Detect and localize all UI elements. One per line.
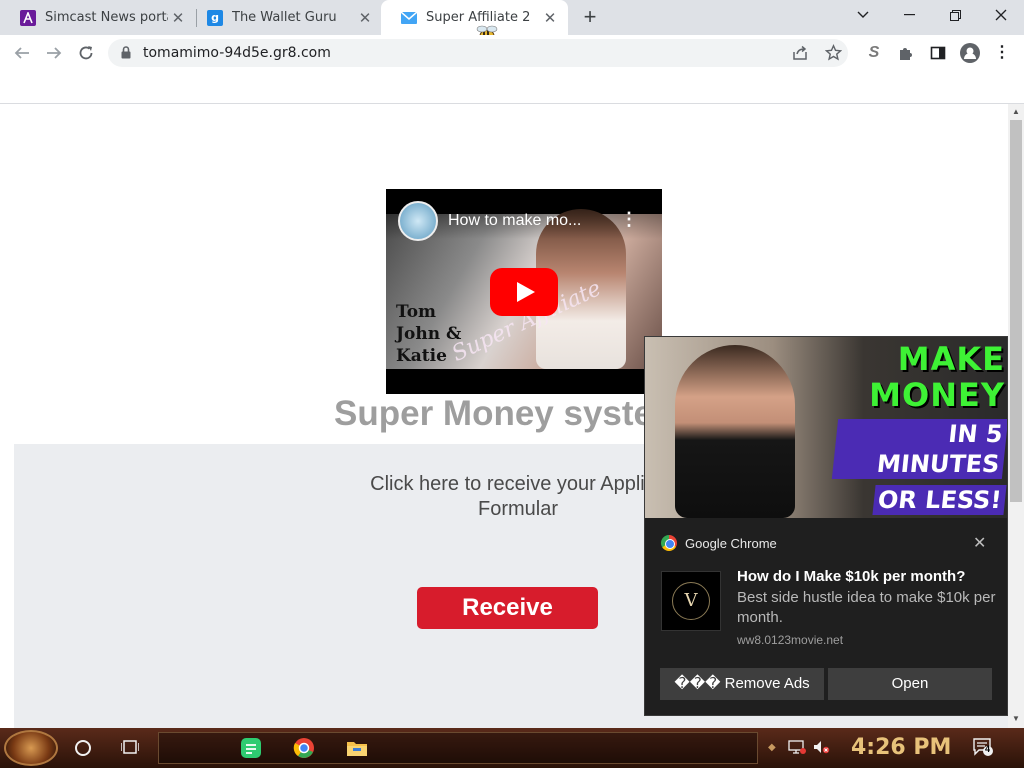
tab-search-button[interactable] bbox=[840, 0, 886, 30]
address-bar[interactable]: tomamimo-94d5e.gr8.com bbox=[108, 39, 848, 67]
extension-s-icon[interactable]: S bbox=[862, 41, 886, 65]
promo-line: MAKE bbox=[897, 340, 1005, 378]
task-view-icon[interactable] bbox=[120, 739, 140, 760]
video-overlay-names: Tom John & Katie bbox=[396, 301, 461, 367]
notification-thumbnail: V bbox=[661, 571, 721, 631]
lock-icon[interactable] bbox=[121, 46, 131, 59]
windows-taskbar: ◆ 4:26 PM 4 bbox=[0, 728, 1024, 768]
video-title[interactable]: How to make mo... bbox=[448, 212, 581, 230]
cta-line: Click here to receive your Applica bbox=[370, 473, 666, 495]
tab-simcast[interactable]: Simcast News portal. ✕ bbox=[0, 0, 196, 35]
cta-text[interactable]: Click here to receive your Applica Formu… bbox=[340, 472, 696, 522]
name-line: Katie bbox=[396, 346, 447, 366]
close-icon bbox=[995, 9, 1007, 21]
minimize-button[interactable] bbox=[886, 0, 932, 30]
tab-close-icon[interactable]: ✕ bbox=[355, 9, 375, 27]
file-explorer-icon[interactable] bbox=[346, 737, 368, 759]
channel-avatar[interactable] bbox=[398, 201, 438, 241]
play-button[interactable] bbox=[490, 268, 558, 316]
notification-close-icon[interactable]: ✕ bbox=[973, 533, 986, 553]
wallet-guru-favicon-icon: g bbox=[207, 9, 223, 26]
scrollbar-thumb[interactable] bbox=[1010, 120, 1022, 502]
receive-button[interactable]: Receive bbox=[417, 587, 598, 629]
start-button[interactable] bbox=[4, 730, 58, 766]
profile-avatar-icon[interactable] bbox=[958, 41, 982, 65]
video-more-icon[interactable]: ⋮ bbox=[620, 209, 638, 230]
share-icon[interactable] bbox=[792, 45, 808, 61]
promo-badge: IN 5 MINUTES bbox=[831, 419, 1007, 479]
tab-close-icon[interactable]: ✕ bbox=[168, 9, 188, 27]
notification-hero-image: MAKE MONEY IN 5 MINUTES OR LESS! bbox=[645, 337, 1007, 518]
chrome-logo-icon bbox=[661, 535, 677, 551]
notification-app-name: Google Chrome bbox=[685, 535, 777, 551]
notification-title: How do I Make $10k per month? bbox=[737, 568, 966, 585]
reload-button[interactable] bbox=[74, 41, 98, 65]
envelope-favicon-icon bbox=[401, 10, 417, 26]
browser-toolbar: tomamimo-94d5e.gr8.com S ⋮ bbox=[0, 35, 1024, 71]
promo-line: MONEY bbox=[869, 376, 1005, 414]
restore-icon bbox=[949, 9, 961, 21]
chrome-notification-toast[interactable]: MAKE MONEY IN 5 MINUTES OR LESS! Google … bbox=[644, 336, 1008, 716]
tab-wallet-guru[interactable]: g The Wallet Guru ✕ bbox=[187, 0, 383, 35]
remove-ads-button[interactable]: ��� Remove Ads bbox=[660, 668, 824, 700]
extensions-puzzle-icon[interactable] bbox=[894, 41, 918, 65]
minimize-icon bbox=[903, 14, 915, 16]
menu-kebab-icon[interactable]: ⋮ bbox=[990, 41, 1014, 65]
promo-badge: OR LESS! bbox=[872, 485, 1007, 515]
arrow-right-icon bbox=[47, 47, 62, 59]
close-window-button[interactable] bbox=[978, 0, 1024, 30]
network-icon[interactable] bbox=[788, 739, 806, 758]
back-button[interactable] bbox=[10, 41, 34, 65]
notification-header: Google Chrome bbox=[661, 535, 777, 551]
youtube-video-embed[interactable]: How to make mo... ⋮ Super Affiliate Tom … bbox=[386, 189, 662, 394]
cta-line: Formular bbox=[477, 498, 558, 520]
tab-strip: Simcast News portal. ✕ g The Wallet Guru… bbox=[0, 0, 1024, 35]
tab-title: Super Affiliate 2 bbox=[426, 10, 531, 25]
hero-person-image bbox=[675, 345, 795, 518]
restore-button[interactable] bbox=[932, 0, 978, 30]
notification-count-badge: 4 bbox=[985, 744, 991, 754]
forward-button[interactable] bbox=[42, 41, 66, 65]
show-hidden-icons-chevron-icon[interactable]: ◆ bbox=[768, 742, 776, 753]
scroll-down-arrow-icon[interactable]: ▼ bbox=[1008, 711, 1024, 727]
simcast-favicon-icon bbox=[20, 9, 36, 26]
bookmark-star-icon[interactable] bbox=[825, 44, 842, 61]
search-circle-icon[interactable] bbox=[75, 740, 91, 756]
page-heading: Super Money syste bbox=[334, 394, 653, 433]
tab-close-icon[interactable]: ✕ bbox=[540, 9, 560, 27]
notification-body: Best side hustle idea to make $10k per m… bbox=[737, 589, 996, 626]
open-button[interactable]: Open bbox=[828, 668, 992, 700]
chrome-app-icon[interactable] bbox=[293, 737, 315, 759]
hero-promo-text: MAKE MONEY IN 5 MINUTES OR LESS! bbox=[831, 340, 1007, 515]
action-center-icon[interactable]: 4 bbox=[973, 738, 993, 761]
volume-muted-icon[interactable] bbox=[812, 739, 830, 758]
new-tab-button[interactable]: + bbox=[578, 6, 602, 30]
reload-icon bbox=[79, 46, 93, 60]
taskbar-clock[interactable]: 4:26 PM bbox=[851, 735, 951, 760]
name-line: Tom bbox=[396, 302, 437, 322]
tab-title: The Wallet Guru bbox=[232, 10, 337, 25]
notes-app-icon[interactable] bbox=[240, 737, 262, 759]
scroll-up-arrow-icon[interactable]: ▲ bbox=[1008, 104, 1024, 120]
side-panel-icon[interactable] bbox=[926, 41, 950, 65]
notification-source: ww8.0123movie.net bbox=[737, 633, 844, 647]
chevron-down-icon bbox=[857, 11, 869, 18]
tab-title: Simcast News portal. bbox=[45, 10, 168, 25]
name-line: John & bbox=[396, 324, 462, 344]
url-text[interactable]: tomamimo-94d5e.gr8.com bbox=[143, 45, 331, 61]
thumbnail-logo-text: V bbox=[672, 582, 710, 620]
arrow-left-icon bbox=[14, 47, 29, 59]
